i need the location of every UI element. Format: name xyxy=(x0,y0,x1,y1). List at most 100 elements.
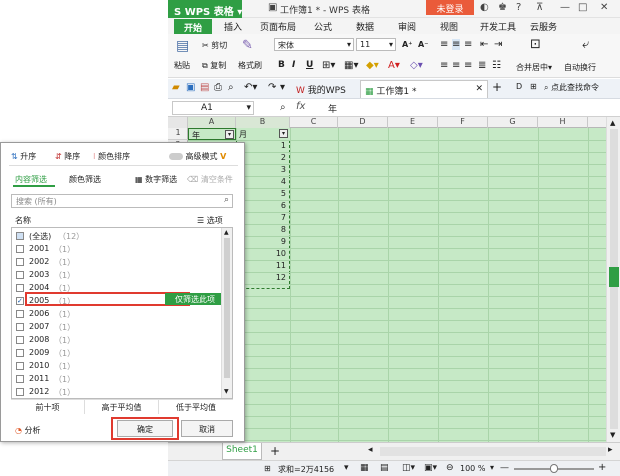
checkbox[interactable] xyxy=(16,258,24,266)
my-wps-tab[interactable]: W 我的WPS xyxy=(292,80,350,98)
sheet-tab[interactable]: Sheet1 xyxy=(222,443,262,460)
tab-home[interactable]: 开始 xyxy=(174,19,212,34)
cell-month-value[interactable]: 8 xyxy=(258,225,286,234)
export-pdf-icon[interactable]: ▤ xyxy=(200,82,209,93)
cancel-button[interactable]: 取消 xyxy=(181,420,233,437)
only-filter-this-button[interactable]: 仅筛选此项 xyxy=(165,293,221,305)
tab-review[interactable]: 审阅 xyxy=(398,20,416,33)
checkbox[interactable] xyxy=(16,349,24,357)
cell-month-value[interactable]: 6 xyxy=(258,201,286,210)
cell-style-icon[interactable]: ▦▾ xyxy=(344,60,358,71)
underline-button[interactable]: U xyxy=(306,60,313,70)
redo-icon[interactable]: ↷ xyxy=(268,82,276,93)
align-center-icon[interactable]: ≡ xyxy=(452,60,460,71)
filter-list-item[interactable]: 2011 （1） xyxy=(16,373,226,386)
bold-button[interactable]: B xyxy=(278,60,285,70)
tab-color-filter[interactable]: 颜色筛选 xyxy=(69,174,101,185)
scroll-down-icon[interactable]: ▼ xyxy=(610,431,615,439)
sort-descending-button[interactable]: ⇵ 降序 xyxy=(55,151,80,162)
clear-condition-button[interactable]: ⌫ 清空条件 xyxy=(187,174,233,185)
filter-list-item[interactable]: 2010 （1） xyxy=(16,360,226,373)
checkbox[interactable] xyxy=(16,323,24,331)
clear-icon[interactable]: ◇▾ xyxy=(410,60,423,71)
open-icon[interactable]: ▰ xyxy=(172,82,180,93)
normal-view-icon[interactable]: ▦ xyxy=(360,463,369,473)
cell-month-value[interactable]: 9 xyxy=(258,237,286,246)
shirt-icon[interactable]: ◐ xyxy=(480,2,489,13)
save-icon[interactable]: ▣ xyxy=(186,82,195,93)
search-icon[interactable]: ⌕ xyxy=(224,195,229,205)
reading-mode-icon[interactable]: ▣▾ xyxy=(424,463,437,473)
filter-list-item[interactable]: 2008 （1） xyxy=(16,334,226,347)
wps-menu-button[interactable]: S WPS 表格 ▾ xyxy=(168,0,242,18)
merge-center-icon[interactable]: ⊡ xyxy=(530,37,541,52)
close-icon[interactable]: ✕ xyxy=(600,2,608,13)
tab-developer[interactable]: 开发工具 xyxy=(480,20,516,33)
zoom-level[interactable]: 100 % xyxy=(460,464,485,473)
column-header-f[interactable]: F xyxy=(438,117,488,128)
align-top-icon[interactable]: ≡ xyxy=(440,39,448,50)
column-header-e[interactable]: E xyxy=(388,117,438,128)
tab-formula[interactable]: 公式 xyxy=(314,20,332,33)
cell-month-value[interactable]: 5 xyxy=(258,189,286,198)
add-sheet-button[interactable]: + xyxy=(270,444,280,458)
filter-dropdown-a[interactable]: ▾ xyxy=(225,130,234,139)
zoom-out-icon[interactable]: ⊖ xyxy=(446,463,454,473)
select-all-corner[interactable] xyxy=(168,117,188,128)
tab-list-icon[interactable]: D xyxy=(516,82,522,91)
print-preview-icon[interactable]: ⌕ xyxy=(228,82,234,93)
filter-list-item[interactable]: 2001 （1） xyxy=(16,243,226,256)
expand-icon[interactable]: ▾ xyxy=(344,463,349,473)
cell-month-value[interactable]: 7 xyxy=(258,213,286,222)
checkbox[interactable] xyxy=(16,271,24,279)
horizontal-scrollbar[interactable] xyxy=(380,447,606,456)
cell-b1[interactable]: 月 ▾ xyxy=(236,128,290,140)
copy-button[interactable]: ⧉ 复制 xyxy=(202,60,226,71)
skin-icon[interactable]: ♚ xyxy=(498,2,507,13)
page-layout-view-icon[interactable]: ▤ xyxy=(380,463,389,473)
hscroll-left-icon[interactable]: ◂ xyxy=(368,445,373,455)
indent-decrease-icon[interactable]: ⇤ xyxy=(480,39,488,50)
paste-icon[interactable]: ▤ xyxy=(176,38,189,54)
column-header-d[interactable]: D xyxy=(338,117,388,128)
sum-readout[interactable]: 求和=2万4156 xyxy=(278,464,334,475)
undo-icon[interactable]: ↶▾ xyxy=(244,82,257,93)
cell-month-value[interactable]: 2 xyxy=(258,153,286,162)
wrap-text-button[interactable]: 自动换行 xyxy=(564,62,596,73)
tab-content-filter[interactable]: 内容筛选 xyxy=(15,174,47,185)
workbook-tab[interactable]: ▦ 工作簿1 * ✕ xyxy=(360,80,488,98)
checkbox[interactable] xyxy=(16,232,24,240)
checkbox[interactable] xyxy=(16,362,24,370)
format-painter-icon[interactable]: ✎ xyxy=(242,38,253,53)
paste-button[interactable]: 粘贴 xyxy=(174,60,190,71)
filter-dropdown-b[interactable]: ▾ xyxy=(279,129,288,138)
align-right-icon[interactable]: ≡ xyxy=(464,60,472,71)
filter-list-item[interactable]: 2012 （1） xyxy=(16,386,226,398)
filter-list-item[interactable]: 2002 （1） xyxy=(16,256,226,269)
wrap-text-icon[interactable]: ⤶ xyxy=(582,37,589,52)
zoom-slider-thumb[interactable] xyxy=(550,464,558,473)
fill-color-icon[interactable]: ◆▾ xyxy=(366,60,379,71)
align-left-icon[interactable]: ≡ xyxy=(440,60,448,71)
merge-center-button[interactable]: 合并居中▾ xyxy=(516,62,552,73)
find-command-button[interactable]: ⌕ 点此查找命令 xyxy=(544,82,599,93)
scroll-up-icon[interactable]: ▲ xyxy=(610,119,615,127)
grow-font-button[interactable]: A⁺ xyxy=(402,40,412,49)
customize-qat-icon[interactable]: ▾ xyxy=(280,82,285,93)
options-button[interactable]: ☰ 选项 xyxy=(197,215,223,226)
align-middle-icon[interactable]: ≡ xyxy=(452,39,461,50)
shrink-font-button[interactable]: A⁻ xyxy=(418,40,428,49)
filter-list-item[interactable]: 2006 （1） xyxy=(16,308,226,321)
checkbox-checked[interactable]: ✓ xyxy=(16,297,24,305)
column-header-a[interactable]: A xyxy=(188,117,236,128)
filter-search-input[interactable]: 搜索 (所有) ⌕ xyxy=(11,194,233,208)
print-icon[interactable]: ⎙ xyxy=(214,82,222,93)
tab-view[interactable]: 视图 xyxy=(440,20,458,33)
tab-cloud[interactable]: 云服务 xyxy=(530,20,557,33)
sort-ascending-button[interactable]: ⇅ 升序 xyxy=(11,151,36,162)
column-header-c[interactable]: C xyxy=(290,117,338,128)
zoom-formula-icon[interactable]: ⌕ xyxy=(280,102,286,113)
ok-button[interactable]: 确定 xyxy=(117,420,173,437)
cut-button[interactable]: ✂ 剪切 xyxy=(202,40,227,51)
new-tab-icon[interactable]: + xyxy=(492,80,502,94)
